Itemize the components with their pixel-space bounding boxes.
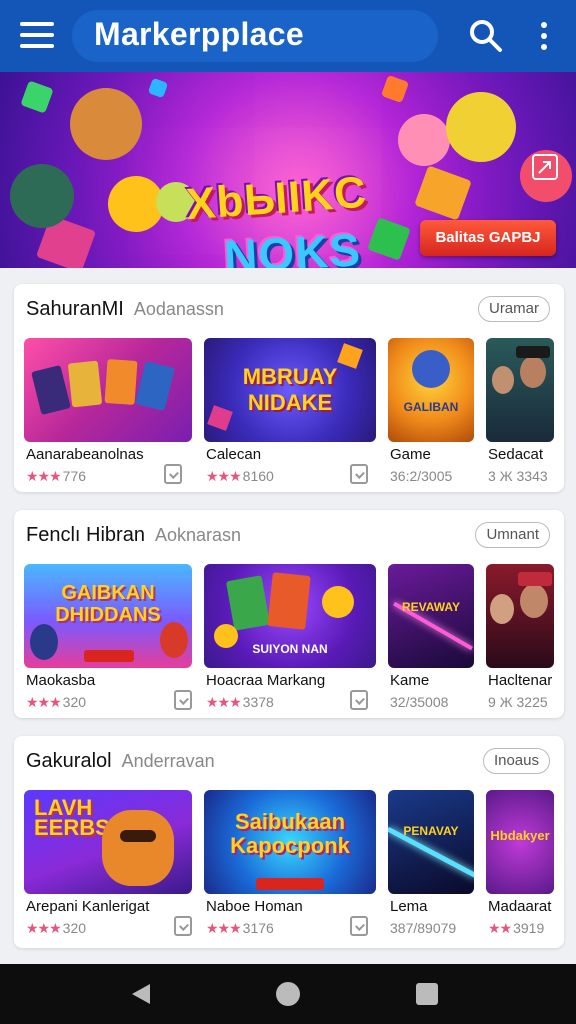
system-nav-bar <box>0 964 576 1024</box>
app-rating: ★★★ 3176 <box>206 920 274 936</box>
app-thumbnail: REVAWAY <box>388 564 474 668</box>
app-card[interactable]: Aanarabeanolnas ★★★ 776 <box>24 338 192 484</box>
app-card[interactable]: MBRUAY NIDAKE Calecan ★★★ 8160 <box>204 338 376 484</box>
cube-decoration <box>414 165 472 221</box>
app-card[interactable]: Hacltenar 9 Ж 3225 <box>486 564 554 710</box>
app-name: Maokasba <box>26 672 96 689</box>
section-subtitle: Anderravan <box>121 751 215 771</box>
app-title: Markerpplace <box>94 16 304 52</box>
app-name: Kame <box>390 672 430 689</box>
app-card[interactable]: GAIBKAN DHIDDANS Maokasba ★★★ 320 <box>24 564 192 710</box>
app-thumbnail: PENAVAY <box>388 790 474 894</box>
thumbnail-title: GAIBKAN DHIDDANS <box>55 582 161 626</box>
app-name: Hoacraa Markang <box>206 672 326 689</box>
dino-character <box>10 164 74 228</box>
smiley-character <box>446 92 516 162</box>
banner-logo-line1: XbЫIKC <box>184 167 369 230</box>
save-icon[interactable] <box>174 916 192 936</box>
back-icon[interactable] <box>132 984 150 1004</box>
home-icon[interactable] <box>276 982 300 1006</box>
featured-banner[interactable]: XbЫIKC NOKS Balitas GAPBJ <box>0 72 576 268</box>
save-icon[interactable] <box>174 690 192 710</box>
app-card[interactable]: Sedacat 3 Ж 3343 <box>486 338 554 484</box>
thumbnail-title: REVAWAY <box>401 600 461 614</box>
app-rating: ★★★ 320 <box>26 694 87 710</box>
thumbnail-title: GALIBAN <box>403 400 459 414</box>
thumbnail-title: PENAVAY <box>403 824 459 838</box>
banner-cta-button[interactable]: Balitas GAPBJ <box>420 220 556 256</box>
thumbnail-title: MBRUAY NIDAKE <box>242 364 338 415</box>
save-icon[interactable] <box>350 690 368 710</box>
app-thumbnail: MBRUAY NIDAKE <box>204 338 376 442</box>
app-card[interactable]: LAVH EERBS Arepani Kanlerigat ★★★ 320 <box>24 790 192 936</box>
app-thumbnail <box>486 338 554 442</box>
section-1: SahuranMI Aodanassn Uramar Aanarabeanolna… <box>14 284 564 492</box>
cube-decoration <box>20 80 54 114</box>
app-thumbnail <box>486 564 554 668</box>
pink-character <box>398 114 450 166</box>
recents-icon[interactable] <box>416 983 438 1005</box>
section-more-button[interactable]: Umnant <box>475 522 550 548</box>
section-more-button[interactable]: Inoaus <box>482 748 550 774</box>
section-title: SahuranMI <box>26 298 124 320</box>
cube-decoration <box>380 74 410 104</box>
banner-logo-line2: NOKS <box>222 223 363 268</box>
thumbnail-title: Saibukaan Kapocponk <box>230 809 350 858</box>
fox-character <box>70 88 142 160</box>
thumbnail-title: SUIYON NAN <box>252 642 328 656</box>
save-icon[interactable] <box>350 916 368 936</box>
app-bar: Markerpplace <box>0 0 576 72</box>
app-card[interactable]: Saibukaan Kapocponk Naboe Homan ★★★ 3176 <box>204 790 376 936</box>
app-name: Sedacat <box>488 446 544 463</box>
section-2: Fenclı Hibran Aoknarasn Umnant GAIBKAN DH… <box>14 510 564 718</box>
app-name: Hacltenar <box>488 672 553 689</box>
app-rating: 387/89079 <box>390 920 457 936</box>
app-rating: ★★★ 320 <box>26 920 87 936</box>
section-subtitle: Aodanassn <box>133 299 224 319</box>
app-rating: ★★★ 8160 <box>206 468 274 484</box>
save-icon[interactable] <box>350 464 368 484</box>
app-thumbnail: LAVH EERBS <box>24 790 192 894</box>
app-thumbnail <box>24 338 192 442</box>
more-vert-icon[interactable] <box>532 18 556 54</box>
section-title: Fenclı Hibran <box>26 524 145 546</box>
app-rating: 3 Ж 3343 <box>488 468 548 484</box>
app-thumbnail: Hbdakyer <box>486 790 554 894</box>
section-title: Gakuralol <box>26 750 112 772</box>
hamburger-menu-icon[interactable] <box>20 22 54 48</box>
app-rating: ★★ 3919 <box>488 920 545 936</box>
section-3: Gakuralol Anderravan Inoaus LAVH EERBS Ar… <box>14 736 564 948</box>
app-card[interactable]: GALIBAN Game 36:2/3005 <box>388 338 474 484</box>
app-thumbnail: GALIBAN <box>388 338 474 442</box>
app-rating: 32/35008 <box>390 694 449 710</box>
app-card[interactable]: Hbdakyer Madaarat ★★ 3919 <box>486 790 554 936</box>
app-name: Lema <box>390 898 428 915</box>
app-thumbnail: Saibukaan Kapocponk <box>204 790 376 894</box>
thumbnail-title: Hbdakyer <box>490 828 550 843</box>
app-rating: ★★★ 776 <box>26 468 87 484</box>
app-thumbnail: SUIYON NAN <box>204 564 376 668</box>
app-rating: 9 Ж 3225 <box>488 694 548 710</box>
app-name: Madaarat <box>488 898 552 915</box>
app-name: Arepani Kanlerigat <box>26 898 150 915</box>
app-rating: ★★★ 3378 <box>206 694 274 710</box>
app-rating: 36:2/3005 <box>390 468 453 484</box>
app-card[interactable]: REVAWAY Kame 32/35008 <box>388 564 474 710</box>
app-name: Calecan <box>206 446 262 463</box>
app-card[interactable]: SUIYON NAN Hoacraa Markang ★★★ 3378 <box>204 564 376 710</box>
app-name: Aanarabeanolnas <box>26 446 144 463</box>
app-name: Naboe Homan <box>206 898 303 915</box>
search-icon[interactable] <box>468 18 504 54</box>
save-icon[interactable] <box>164 464 182 484</box>
app-name: Game <box>390 446 431 463</box>
section-more-button[interactable]: Uramar <box>477 296 550 322</box>
expand-icon[interactable] <box>532 154 558 180</box>
cube-decoration <box>147 77 169 99</box>
app-card[interactable]: PENAVAY Lema 387/89079 <box>388 790 474 936</box>
cube-decoration <box>367 217 411 261</box>
section-subtitle: Aoknarasn <box>154 525 241 545</box>
app-thumbnail: GAIBKAN DHIDDANS <box>24 564 192 668</box>
